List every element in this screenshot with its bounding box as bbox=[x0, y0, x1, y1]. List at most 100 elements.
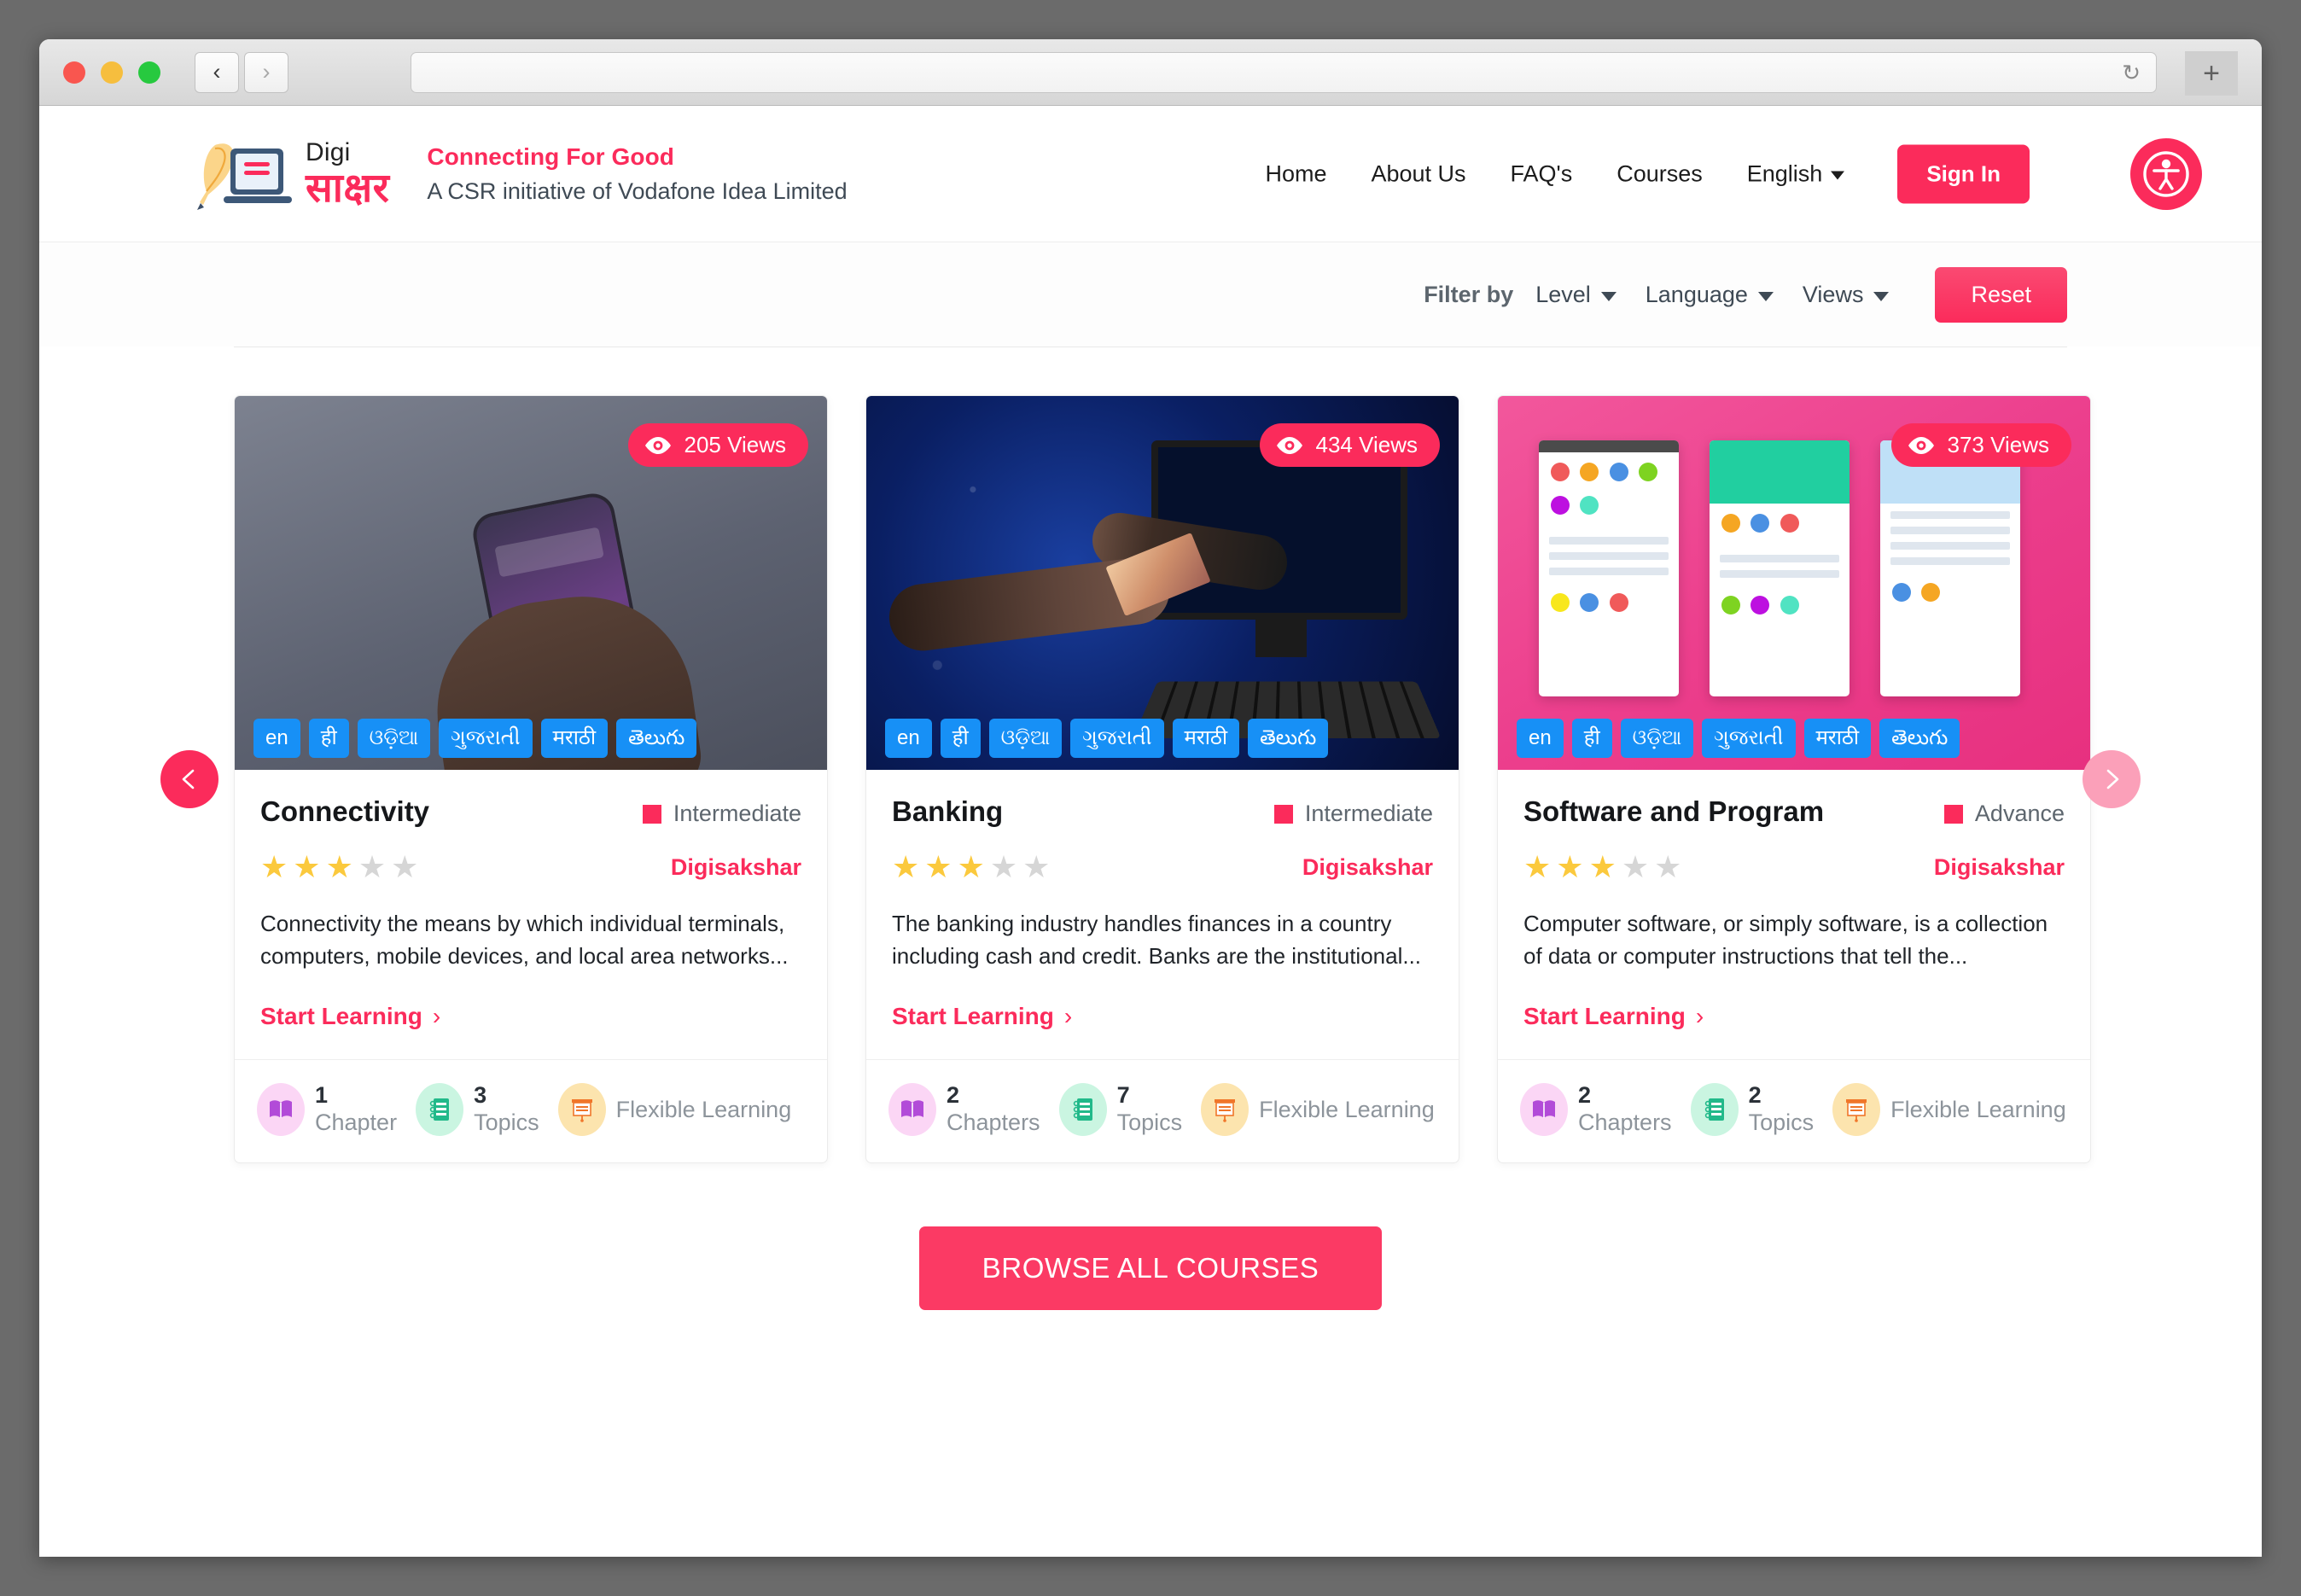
stat-chapters-count: 2 bbox=[947, 1082, 960, 1109]
browse-all-courses-button[interactable]: BROWSE ALL COURSES bbox=[918, 1226, 1383, 1311]
rating-stars[interactable]: ★ ★ ★ ★ ★ bbox=[892, 852, 1050, 882]
stat-topics-count: 3 bbox=[474, 1082, 487, 1109]
chevron-right-icon: › bbox=[432, 1003, 441, 1030]
stat-chapters: 1 Chapter bbox=[257, 1082, 397, 1137]
language-tag[interactable]: ही bbox=[940, 719, 981, 758]
language-tag[interactable]: en bbox=[253, 719, 300, 758]
stat-chapters-text: 1 Chapter bbox=[315, 1082, 397, 1137]
browser-window: ‹ › ↻ + Digi साक्षर Connecting For Good … bbox=[39, 39, 2262, 1557]
reload-icon[interactable]: ↻ bbox=[2122, 60, 2141, 86]
language-tag[interactable]: ही bbox=[308, 719, 349, 758]
rating-stars[interactable]: ★ ★ ★ ★ ★ bbox=[260, 852, 418, 882]
carousel-prev-button[interactable] bbox=[160, 750, 218, 809]
chevron-down-icon bbox=[1757, 291, 1774, 301]
language-tag[interactable]: en bbox=[885, 719, 932, 758]
app-screen-line bbox=[1890, 557, 2010, 565]
sign-in-button[interactable]: Sign In bbox=[1897, 144, 2030, 203]
course-card[interactable]: 373 Views en ही ଓଡ଼ିଆ ગુજરાતી मराठी తెలు… bbox=[1497, 395, 2091, 1164]
course-author: Digisakshar bbox=[670, 853, 801, 880]
language-tag[interactable]: ଓଡ଼ିଆ bbox=[357, 719, 431, 758]
new-tab-button[interactable]: + bbox=[2185, 51, 2238, 96]
language-tag[interactable]: ગુજરાતી bbox=[439, 719, 533, 758]
course-rating-row: ★ ★ ★ ★ ★ Digisakshar bbox=[260, 852, 801, 882]
language-tag[interactable]: मराठी bbox=[540, 719, 609, 758]
book-icon bbox=[1520, 1083, 1568, 1137]
rating-stars[interactable]: ★ ★ ★ ★ ★ bbox=[1523, 852, 1681, 882]
close-window-button[interactable] bbox=[63, 61, 85, 84]
language-tag[interactable]: मराठी bbox=[1803, 719, 1872, 758]
language-tag[interactable]: ही bbox=[1571, 719, 1612, 758]
chevron-right-icon bbox=[2106, 769, 2119, 789]
presentation-board-icon bbox=[1201, 1083, 1250, 1137]
filter-dropdown-views[interactable]: Views bbox=[1803, 282, 1890, 308]
star-icon: ★ bbox=[260, 849, 288, 884]
start-learning-link[interactable]: Start Learning › bbox=[260, 1003, 801, 1030]
star-icon: ★ bbox=[1654, 849, 1682, 884]
nav-item-home[interactable]: Home bbox=[1265, 160, 1326, 187]
stat-chapters-label: Chapters bbox=[947, 1110, 1040, 1136]
carousel-next-button[interactable] bbox=[2083, 750, 2141, 809]
language-tag[interactable]: తెలుగు bbox=[1248, 719, 1329, 758]
app-icon bbox=[1921, 583, 1941, 602]
language-tag[interactable]: తెలుగు bbox=[616, 719, 697, 758]
reset-filters-button[interactable]: Reset bbox=[1935, 266, 2067, 323]
address-bar[interactable]: ↻ bbox=[411, 52, 2157, 93]
course-card-footer: 1 Chapter 3 Topics Flexible Learning bbox=[235, 1059, 827, 1162]
app-icon bbox=[1551, 593, 1570, 612]
app-screen-illustration bbox=[1539, 440, 1679, 696]
language-tag[interactable]: ગુજરાતી bbox=[1070, 719, 1164, 758]
language-tag[interactable]: ଓଡ଼ିଆ bbox=[1620, 719, 1694, 758]
stat-topics: 7 Topics bbox=[1058, 1082, 1182, 1137]
star-icon: ★ bbox=[1022, 849, 1051, 884]
language-tag[interactable]: తెలుగు bbox=[1879, 719, 1960, 758]
start-learning-link[interactable]: Start Learning › bbox=[1523, 1003, 2065, 1030]
forward-button[interactable]: › bbox=[244, 51, 288, 93]
accessibility-button[interactable] bbox=[2130, 137, 2202, 210]
nav-item-about-us[interactable]: About Us bbox=[1371, 160, 1465, 187]
nav-item-courses[interactable]: Courses bbox=[1617, 160, 1703, 187]
eye-icon bbox=[1908, 436, 1934, 454]
language-tag[interactable]: en bbox=[1517, 719, 1564, 758]
book-icon bbox=[888, 1083, 936, 1137]
filter-dropdown-language[interactable]: Language bbox=[1646, 282, 1774, 308]
app-screen-line bbox=[1549, 552, 1669, 560]
filter-dropdown-level[interactable]: Level bbox=[1535, 282, 1617, 308]
chevron-down-icon bbox=[1831, 171, 1845, 180]
app-screen-content bbox=[1539, 583, 1679, 626]
stat-chapters-count: 1 bbox=[315, 1082, 329, 1109]
course-card[interactable]: 434 Views en ही ଓଡ଼ିଆ ગુજરાતી मराठी తెలు… bbox=[865, 395, 1459, 1164]
level-swatch-icon bbox=[1943, 804, 1963, 824]
browser-nav-buttons: ‹ › bbox=[195, 51, 288, 93]
stat-chapters-label: Chapter bbox=[315, 1110, 398, 1136]
course-card-footer: 2 Chapters 2 Topics Flexible Learning bbox=[1498, 1059, 2090, 1162]
app-screen-illustration bbox=[1710, 440, 1850, 696]
level-swatch-icon bbox=[642, 804, 661, 824]
minimize-window-button[interactable] bbox=[101, 61, 123, 84]
notebook-icon bbox=[1690, 1083, 1739, 1137]
language-tags: en ही ଓଡ଼ିଆ ગુજરાતી मराठी తెలుగు bbox=[885, 719, 1329, 758]
stat-chapters-label: Chapters bbox=[1578, 1110, 1672, 1136]
nav-item-faqs[interactable]: FAQ's bbox=[1511, 160, 1573, 187]
start-learning-link[interactable]: Start Learning › bbox=[892, 1003, 1433, 1030]
stat-flexible-learning: Flexible Learning bbox=[557, 1083, 791, 1137]
stat-flexible-learning: Flexible Learning bbox=[1201, 1083, 1435, 1137]
app-screen-line bbox=[1549, 537, 1669, 545]
app-icon bbox=[1780, 514, 1799, 533]
brand-logo[interactable]: Digi साक्षर bbox=[189, 135, 389, 213]
app-screen-line bbox=[1720, 570, 1839, 578]
maximize-window-button[interactable] bbox=[138, 61, 160, 84]
star-icon: ★ bbox=[391, 849, 419, 884]
language-tag[interactable]: ગુજરાતી bbox=[1702, 719, 1796, 758]
back-button[interactable]: ‹ bbox=[195, 51, 239, 93]
course-description: The banking industry handles finances in… bbox=[892, 911, 1422, 969]
course-description: Computer software, or simply software, i… bbox=[1523, 911, 2048, 969]
phone-screen-text bbox=[494, 527, 605, 578]
course-title: Banking bbox=[892, 795, 1004, 827]
app-screen-content bbox=[1710, 585, 1850, 629]
language-tag[interactable]: ଓଡ଼ିଆ bbox=[988, 719, 1063, 758]
app-icon bbox=[1751, 596, 1770, 615]
stat-topics-text: 3 Topics bbox=[474, 1082, 539, 1137]
language-tag[interactable]: मराठी bbox=[1172, 719, 1240, 758]
language-selector[interactable]: English bbox=[1747, 160, 1845, 187]
course-card[interactable]: 205 Views en ही ଓଡ଼ିଆ ગુજરાતી मराठी తెలు… bbox=[234, 395, 828, 1164]
